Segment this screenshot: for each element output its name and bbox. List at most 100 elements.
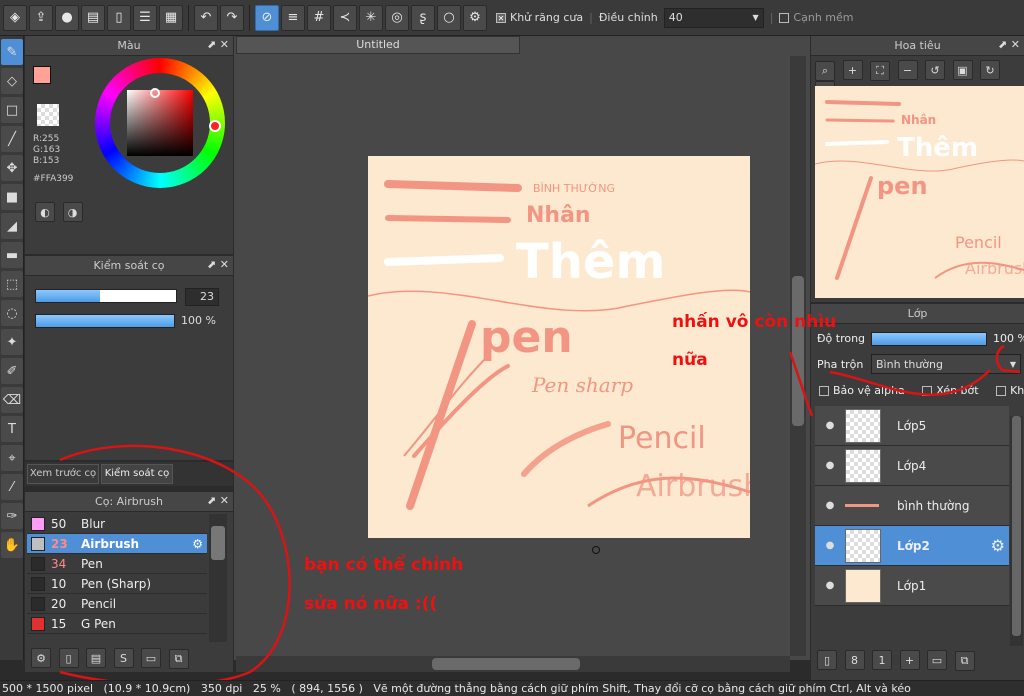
eye-icon[interactable]: ● [815, 420, 845, 431]
snap-grid-icon[interactable]: # [307, 4, 331, 31]
panel-close-icon[interactable]: ⬈ ✕ [207, 38, 229, 51]
add-layer-icon[interactable]: + [899, 650, 920, 670]
drawing-canvas[interactable]: BÌNH THƯỜNG Nhân Thêm pen Pen sharp Penc… [367, 156, 762, 538]
bucket-tool-icon[interactable]: ◢ [1, 213, 23, 239]
gear-icon[interactable]: ⚙ [991, 536, 1005, 555]
eye-icon[interactable]: ● [815, 460, 845, 471]
new-layer-icon[interactable]: ▯ [817, 650, 837, 670]
zoom-in-icon[interactable]: + [842, 60, 863, 80]
layer-row[interactable]: ● Lớp5 [815, 406, 1009, 446]
pen-tool-icon[interactable]: ✑ [1, 503, 23, 529]
snap-off-icon[interactable]: ⊘ [255, 4, 279, 31]
blend-select[interactable]: Bình thường ▼ [871, 354, 1021, 374]
rotate-left-icon[interactable]: ↺ [925, 60, 945, 80]
document-tab[interactable]: Untitled [236, 36, 520, 54]
color-wheel[interactable] [95, 58, 225, 188]
protect-alpha-checkbox[interactable] [819, 386, 829, 396]
brush-scrollbar[interactable] [209, 514, 227, 642]
select-rect-icon[interactable]: ⬚ [1, 271, 23, 297]
clipping-checkbox[interactable] [922, 386, 933, 396]
snap-circle-icon[interactable]: ◎ [385, 4, 409, 31]
lock-checkbox[interactable] [996, 386, 1007, 396]
comment-icon[interactable]: ▤ [81, 4, 105, 31]
folder-icon[interactable]: ▭ [927, 650, 947, 670]
full-view-icon[interactable]: ▣ [952, 60, 973, 80]
canvas-hscroll[interactable] [236, 656, 790, 672]
adjust-select[interactable]: 40 ▼ [663, 7, 764, 28]
duplicate-icon[interactable]: ⧉ [168, 648, 189, 669]
eye-icon[interactable]: ● [815, 580, 845, 591]
list-icon[interactable]: ☰ [133, 4, 157, 31]
select-pen-icon[interactable]: ✐ [1, 358, 23, 384]
eraser-tool-icon[interactable]: ◇ [1, 68, 23, 94]
new-layer-1bit-icon[interactable]: 1 [872, 650, 892, 670]
layer-row[interactable]: ● Lớp4 [815, 446, 1009, 486]
eye-icon[interactable]: ● [815, 500, 845, 511]
layer-row[interactable]: ● Lớp2 ⚙ [815, 526, 1009, 566]
snap-parallel-icon[interactable]: ≡ [281, 4, 305, 31]
line-tool-icon[interactable]: ╱ [1, 126, 23, 152]
folder-icon[interactable]: ▭ [141, 648, 161, 668]
magic-wand-icon[interactable]: ✦ [1, 329, 23, 355]
layer-row[interactable]: ● bình thường [815, 486, 1009, 526]
redo-icon[interactable]: ↷ [220, 4, 244, 31]
palette-icon[interactable]: ◐ [35, 202, 55, 222]
sv-cursor[interactable] [150, 88, 160, 98]
gear-icon[interactable]: ⚙ [192, 537, 203, 551]
rect-tool-icon[interactable]: □ [1, 97, 23, 123]
add-brush-icon[interactable]: ▤ [86, 648, 106, 668]
palette-edit-icon[interactable]: ◑ [62, 202, 83, 222]
layer-opacity-slider[interactable] [871, 332, 987, 346]
grid-tool-icon[interactable]: ▦ [159, 4, 183, 31]
fit-icon[interactable]: ⛶ [870, 60, 890, 81]
zoom-out-icon[interactable]: − [897, 60, 918, 80]
rotate-right-icon[interactable]: ↻ [980, 60, 1000, 80]
brush-size-slider[interactable] [35, 289, 177, 303]
move-tool-icon[interactable]: ✥ [1, 155, 23, 181]
text-tool-icon[interactable]: T [1, 416, 23, 442]
undo-icon[interactable]: ↶ [194, 4, 218, 31]
navigator-preview[interactable]: Nhân Thêm pen Pencil Airbrush [815, 86, 1024, 298]
duplicate-icon[interactable]: ⧉ [954, 650, 975, 671]
panel-close-icon[interactable]: ⬈ ✕ [207, 494, 229, 507]
lasso-tool-icon[interactable]: ◌ [1, 300, 23, 326]
tab-brush-control[interactable]: Kiểm soát cọ [101, 464, 173, 484]
brush-settings-icon[interactable]: ⚙ [31, 648, 51, 668]
zoom-icon[interactable]: ⌕ [815, 60, 835, 81]
export-icon[interactable]: ⇪ [29, 4, 53, 31]
list-item[interactable]: 50 Blur [27, 514, 207, 534]
list-item[interactable]: 10 Pen (Sharp) [27, 574, 207, 594]
new-brush-icon[interactable]: ▯ [58, 648, 79, 668]
snap-vanish-icon[interactable]: ≺ [333, 4, 357, 31]
hand-tool-icon[interactable]: ✋ [1, 532, 23, 558]
eye-icon[interactable]: ● [815, 540, 845, 551]
divide-tool-icon[interactable]: ⌖ [1, 445, 23, 471]
hue-cursor[interactable] [209, 120, 221, 132]
layer-scrollbar[interactable] [1010, 416, 1023, 646]
main-color-swatch[interactable] [33, 66, 51, 84]
brush-size-value[interactable]: 23 [185, 288, 219, 306]
chat-icon[interactable]: ● [55, 4, 79, 31]
list-item[interactable]: 15 G Pen [27, 614, 207, 634]
list-item[interactable]: 34 Pen [27, 554, 207, 574]
list-item[interactable]: 23 Airbrush ⚙ [27, 534, 207, 554]
canvas-vscroll[interactable] [790, 56, 806, 656]
snap-curve-icon[interactable]: ʂ [411, 4, 435, 31]
smooth-edge-checkbox[interactable] [779, 12, 790, 23]
saturation-square[interactable] [127, 90, 193, 156]
panel-close-icon[interactable]: ⬈ ✕ [207, 258, 229, 271]
antialias-checkbox[interactable]: ✕ [496, 12, 506, 23]
gradient-tool-icon[interactable]: ▬ [1, 242, 23, 268]
eyedropper-tool-icon[interactable]: ⁄ [1, 474, 23, 500]
tab-brush-preview[interactable]: Xem trước cọ [27, 464, 99, 484]
brush-tool-icon[interactable]: ✎ [1, 39, 23, 65]
new-layer-8bit-icon[interactable]: 8 [844, 650, 865, 670]
snap-radial-icon[interactable]: ✳ [359, 4, 383, 31]
list-item[interactable]: 20 Pencil [27, 594, 207, 614]
snap-settings-icon[interactable]: ⚙ [463, 4, 487, 31]
app-logo-icon[interactable]: ◈ [3, 4, 27, 31]
select-eraser-icon[interactable]: ⌫ [1, 387, 23, 413]
panel-close-icon[interactable]: ⬈ ✕ [998, 38, 1020, 51]
document-icon[interactable]: ▯ [107, 4, 131, 31]
layer-row[interactable]: ● Lớp1 [815, 566, 1009, 606]
